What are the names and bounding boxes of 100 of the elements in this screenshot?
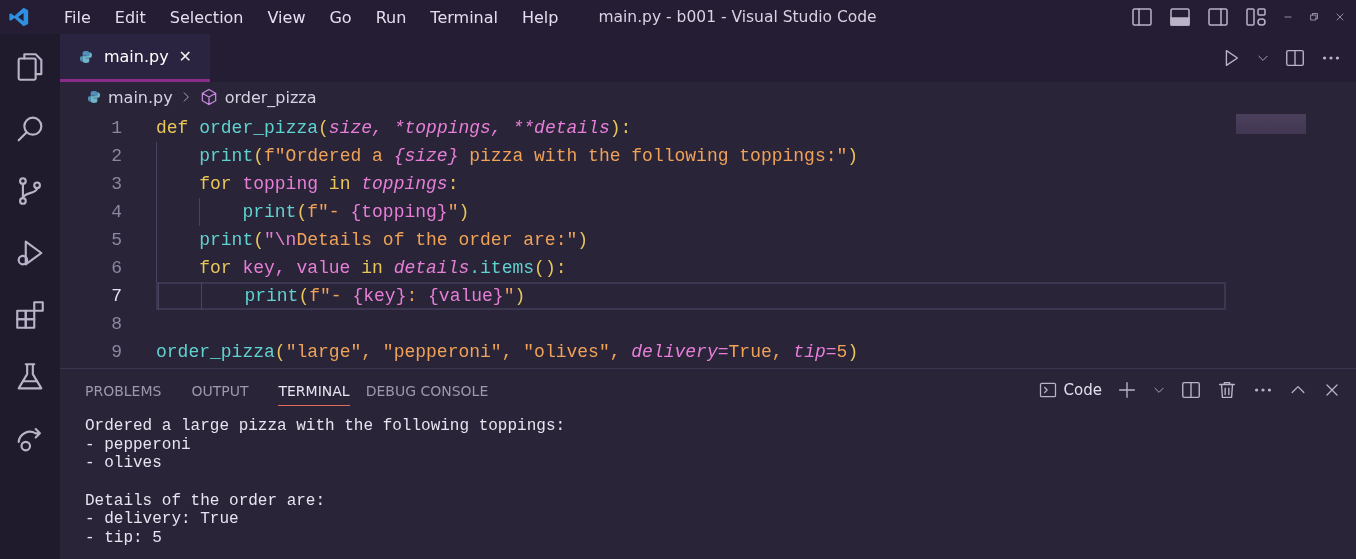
menu-item[interactable]: Run: [363, 7, 419, 27]
line-number: 3: [110, 174, 122, 194]
code-token: ): [577, 230, 589, 250]
trash-icon[interactable]: [1216, 379, 1238, 401]
toggle-secondary-sidebar-icon[interactable]: [1206, 5, 1230, 29]
code-token: in: [328, 174, 352, 194]
code-token: toppings: [361, 174, 448, 194]
code-token: "large", "pepperoni", "olives",: [285, 342, 622, 362]
close-tab-button[interactable]: ✕: [178, 47, 192, 66]
terminal-output-line: Ordered a large pizza with the following toppings:: [85, 417, 566, 435]
editor-tab[interactable]: main.py ✕: [60, 34, 210, 82]
code-token: .items: [469, 258, 535, 278]
code-token: ): [458, 202, 470, 222]
code-token: f"-: [309, 286, 343, 306]
code-token: ):: [609, 118, 632, 138]
split-terminal-icon[interactable]: [1180, 379, 1202, 401]
terminal-output-line: - tip: 5: [85, 529, 162, 548]
menu-item[interactable]: Selection: [157, 7, 256, 27]
panel-tab[interactable]: DEBUG CONSOLE: [365, 374, 503, 406]
line-number: 7: [110, 286, 122, 306]
terminal-output-line: Details of the order are:: [85, 491, 326, 510]
line-number: 8: [110, 314, 122, 334]
code-token: in: [361, 258, 384, 278]
code-token: 5: [836, 342, 848, 362]
code-token: for: [199, 258, 233, 278]
code-token: tip: [793, 342, 826, 362]
code-token: {key}: [352, 286, 407, 306]
code-token: f"-: [307, 202, 341, 222]
code-token: =: [717, 342, 729, 362]
code-token: (: [253, 146, 264, 166]
toggle-panel-icon[interactable]: [1168, 5, 1192, 29]
split-editor-icon[interactable]: [1284, 47, 1306, 69]
code-token: key, value: [242, 258, 352, 278]
terminal-output-line: - olives: [85, 454, 162, 473]
code-token: topping: [242, 174, 320, 194]
menu-item[interactable]: View: [255, 7, 318, 27]
code-token: (: [296, 202, 308, 222]
code-token: {value}: [428, 286, 504, 306]
code-token: ): [514, 286, 526, 306]
line-number: 5: [110, 230, 122, 250]
code-token: ): [847, 146, 859, 166]
code-token: ": [503, 286, 515, 306]
window-title: main.py - b001 - Visual Studio Code: [598, 8, 878, 26]
code-token: True: [728, 342, 772, 362]
panel-tab[interactable]: OUTPUT: [191, 374, 263, 406]
code-token: ): [847, 342, 859, 362]
breadcrumb-item[interactable]: order_pizza: [224, 87, 317, 107]
code-token: :: [447, 174, 459, 194]
code-token: size,: [328, 118, 384, 138]
line-number: 1: [110, 118, 122, 138]
code-token: order_pizza: [199, 118, 319, 138]
menu-item[interactable]: File: [52, 7, 103, 27]
close-icon[interactable]: [1334, 11, 1346, 23]
code-token: :: [406, 286, 419, 306]
restore-icon[interactable]: [1308, 11, 1320, 23]
menu-item[interactable]: Edit: [102, 7, 158, 27]
code-token: "\n: [264, 230, 297, 250]
customize-layout-icon[interactable]: [1244, 5, 1268, 29]
line-number: 4: [110, 202, 122, 222]
menu-item[interactable]: Go: [317, 7, 364, 27]
code-token: print: [242, 202, 297, 222]
app-logo-icon: [8, 6, 30, 28]
code-token: (: [274, 342, 286, 362]
line-number: 9: [110, 342, 122, 362]
code-token: {size}: [393, 146, 459, 166]
menu-item[interactable]: Terminal: [418, 7, 510, 27]
code-token: Details of the order are:": [296, 230, 578, 250]
code-token: order_pizza: [156, 342, 275, 362]
code-token: *toppings,: [393, 118, 503, 138]
terminal-output-line: - pepperoni: [85, 435, 191, 454]
line-number: 2: [110, 146, 122, 166]
toggle-sidebar-icon[interactable]: [1130, 5, 1154, 29]
terminal-output-line: - delivery: True: [85, 510, 239, 529]
code-token: def: [156, 118, 190, 138]
code-token: print: [244, 286, 299, 306]
extensions-icon[interactable]: [13, 298, 47, 332]
code-token: =: [825, 342, 837, 362]
plus-icon[interactable]: [1116, 379, 1138, 401]
code-token: pizza with the following toppings:": [468, 146, 848, 166]
code-token: (: [253, 230, 264, 250]
code-token: ,: [771, 342, 784, 362]
code-token: delivery: [631, 342, 718, 362]
terminal-icon: [1037, 380, 1058, 400]
code-token: print: [199, 146, 254, 166]
python-file-icon: [86, 89, 102, 105]
code-token: {topping}: [350, 202, 448, 222]
code-token: for: [199, 174, 233, 194]
code-token: f"Ordered a: [264, 146, 384, 166]
code-token: print: [199, 230, 254, 250]
code-token: details: [393, 258, 470, 278]
code-token: (: [318, 118, 329, 138]
menu-item[interactable]: Help: [509, 7, 571, 27]
code-token: ():: [534, 258, 567, 278]
line-number: 6: [110, 258, 122, 278]
panel-tab[interactable]: TERMINAL: [278, 374, 350, 406]
panel-tab[interactable]: PROBLEMS: [85, 374, 176, 406]
python-file-icon: [78, 48, 94, 65]
breadcrumb-item[interactable]: main.py: [108, 87, 173, 107]
code-token: (: [298, 286, 310, 306]
terminal-profile-button[interactable]: Code: [1037, 380, 1102, 400]
